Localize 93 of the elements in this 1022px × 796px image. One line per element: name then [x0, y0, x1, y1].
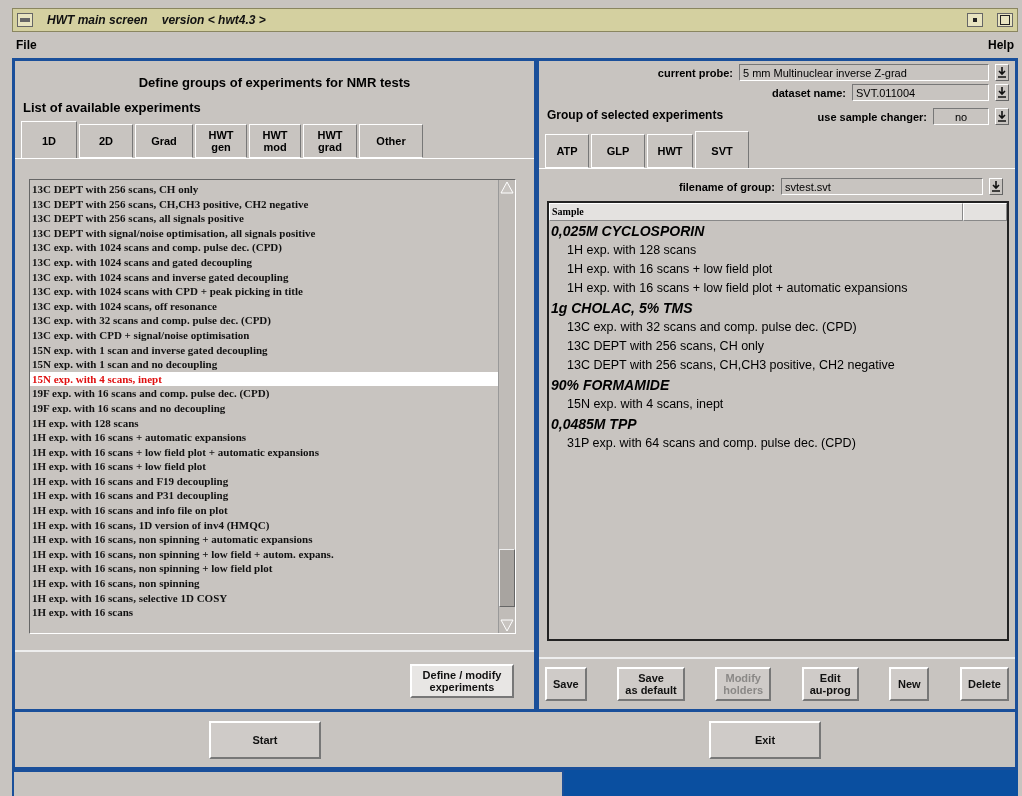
download-arrow-icon [998, 87, 1006, 98]
action-button[interactable]: New [889, 667, 930, 701]
tab[interactable]: GLP [591, 134, 645, 168]
field-label: dataset name: [772, 86, 846, 99]
experiment-row[interactable]: 1H exp. with 16 scans + low field plot + automatic expansions [549, 279, 1007, 298]
window-menu-button[interactable] [17, 13, 33, 27]
list-item[interactable]: 1H exp. with 16 scans, selective 1D COSY [30, 590, 498, 606]
define-experiments-button[interactable]: Define / modify experiments [410, 663, 514, 698]
list-item[interactable]: 1H exp. with 16 scans + automatic expansions [30, 430, 498, 445]
tab[interactable]: HWT grad [303, 124, 357, 158]
list-item[interactable]: 15N exp. with 1 scan and no decoupling [30, 357, 498, 372]
sample-name[interactable]: 1g CHOLAC, 5% TMS [549, 298, 1007, 318]
list-item[interactable]: 15N exp. with 4 scans, inept [30, 371, 498, 387]
list-item[interactable]: 1H exp. with 16 scans + low field plot + automatic expansions [30, 444, 498, 460]
tab[interactable]: Grad [135, 124, 193, 158]
download-arrow-icon [992, 181, 1000, 192]
tab[interactable]: HWT gen [195, 124, 247, 158]
group-label: Group of selected experiments [547, 108, 724, 122]
dropdown-button[interactable] [995, 84, 1009, 101]
action-button[interactable]: Edit au-prog [801, 667, 859, 701]
experiment-row[interactable]: 1H exp. with 16 scans + low field plot [549, 260, 1007, 279]
square-icon [1000, 15, 1010, 25]
list-item[interactable]: 19F exp. with 16 scans and comp. pulse dec. (CPD) [30, 386, 498, 401]
tab[interactable]: 2D [79, 124, 133, 158]
panel-heading: Define groups of experiments for NMR tests [137, 74, 412, 92]
action-button[interactable]: Save as default [617, 667, 685, 701]
bottom-button[interactable]: Exit [709, 720, 821, 759]
maximize-button[interactable] [997, 13, 1013, 27]
column-header[interactable]: Sample [549, 203, 963, 221]
list-item[interactable]: 13C DEPT with signal/noise optimisation, all signals positive [30, 225, 498, 241]
field-label: filename of group: [679, 180, 775, 193]
list-item[interactable]: 13C DEPT with 256 scans, CH,CH3 positive, CH2 negative [30, 196, 498, 212]
list-item[interactable]: 1H exp. with 16 scans and P31 decoupling [30, 488, 498, 504]
tab[interactable]: ATP [545, 134, 589, 168]
column-header[interactable] [963, 203, 1007, 221]
experiment-row[interactable]: 1H exp. with 128 scans [549, 241, 1007, 260]
experiment-row[interactable]: 13C DEPT with 256 scans, CH,CH3 positive, CH2 negative [549, 356, 1007, 375]
menu-item[interactable]: File [16, 38, 37, 52]
action-button[interactable]: Save [545, 667, 587, 701]
list-item[interactable]: 13C exp. with 1024 scans and comp. pulse dec. (CPD) [30, 240, 498, 255]
list-item[interactable]: 1H exp. with 16 scans, non spinning + automatic expansions [30, 532, 498, 547]
dropdown-button[interactable] [995, 64, 1009, 81]
list-item[interactable]: 13C exp. with 1024 scans, off resonance [30, 298, 498, 314]
menu-item[interactable]: Help [988, 38, 1014, 52]
window-title: HWT main screen [47, 13, 148, 27]
list-item[interactable]: 1H exp. with 16 scans [30, 605, 498, 620]
list-item[interactable]: 1H exp. with 16 scans and info file on plot [30, 503, 498, 518]
list-item[interactable]: 13C exp. with 1024 scans and inverse gated decoupling [30, 269, 498, 285]
tab[interactable]: HWT [647, 134, 693, 168]
window-version: version < hwt4.3 > [161, 13, 266, 27]
minus-icon [20, 18, 30, 22]
list-item[interactable]: 1H exp. with 16 scans, 1D version of inv4 (HMQC) [30, 517, 498, 533]
sample-name[interactable]: 90% FORMAMIDE [549, 375, 1007, 395]
experiment-row[interactable]: 13C DEPT with 256 scans, CH only [549, 337, 1007, 356]
probe-field[interactable]: 5 mm Multinuclear inverse Z-grad [739, 64, 989, 81]
list-item[interactable]: 13C exp. with CPD + signal/noise optimisation [30, 327, 498, 343]
list-item[interactable]: 1H exp. with 16 scans, non spinning + low field + autom. expans. [30, 546, 498, 562]
filename-field[interactable]: svtest.svt [781, 178, 983, 195]
minimize-button[interactable] [967, 13, 983, 27]
list-item[interactable]: 13C exp. with 32 scans and comp. pulse dec. (CPD) [30, 313, 498, 328]
dropdown-button[interactable] [995, 108, 1009, 125]
list-item[interactable]: 1H exp. with 16 scans, non spinning + low field plot [30, 561, 498, 577]
sample-name[interactable]: 0,0485M TPP [549, 414, 1007, 434]
dropdown-button[interactable] [989, 178, 1003, 195]
list-item[interactable]: 1H exp. with 16 scans, non spinning [30, 576, 498, 591]
tab[interactable]: 1D [21, 121, 77, 159]
scroll-thumb[interactable] [499, 549, 515, 607]
list-item[interactable]: 19F exp. with 16 scans and no decoupling [30, 400, 498, 416]
list-item[interactable]: 13C exp. with 1024 scans with CPD + peak picking in title [30, 284, 498, 299]
list-item[interactable]: 13C exp. with 1024 scans and gated decoupling [30, 254, 498, 270]
experiment-row[interactable]: 15N exp. with 4 scans, inept [549, 395, 1007, 414]
download-arrow-icon [998, 67, 1006, 78]
list-item[interactable]: 13C DEPT with 256 scans, all signals positive [30, 211, 498, 226]
tab[interactable]: SVT [695, 131, 749, 169]
bottom-button[interactable]: Start [209, 720, 321, 759]
list-item[interactable]: 13C DEPT with 256 scans, CH only [30, 182, 498, 197]
tab[interactable]: Other [359, 124, 423, 158]
list-item[interactable]: 15N exp. with 1 scan and inverse gated decoupling [30, 342, 498, 358]
field-label: current probe: [657, 66, 733, 79]
dataset-field[interactable]: SVT.011004 [852, 84, 989, 101]
tab[interactable]: HWT mod [249, 124, 301, 158]
experiment-row[interactable]: 31P exp. with 64 scans and comp. pulse dec. (CPD) [549, 434, 1007, 453]
list-item[interactable]: 1H exp. with 128 scans [30, 415, 498, 431]
download-arrow-icon [998, 111, 1006, 122]
scrollbar[interactable] [498, 180, 515, 633]
sample-name[interactable]: 0,025M CYCLOSPORIN [549, 221, 1007, 241]
field-label: use sample changer: [817, 110, 927, 123]
list-label: List of available experiments [22, 100, 202, 117]
list-item[interactable]: 1H exp. with 16 scans + low field plot [30, 459, 498, 474]
sample-changer-field[interactable]: no [933, 108, 989, 125]
experiment-row[interactable]: 13C exp. with 32 scans and comp. pulse dec. (CPD) [549, 318, 1007, 337]
action-button[interactable]: Delete [959, 667, 1009, 701]
list-item[interactable]: 1H exp. with 16 scans and F19 decoupling [30, 473, 498, 489]
